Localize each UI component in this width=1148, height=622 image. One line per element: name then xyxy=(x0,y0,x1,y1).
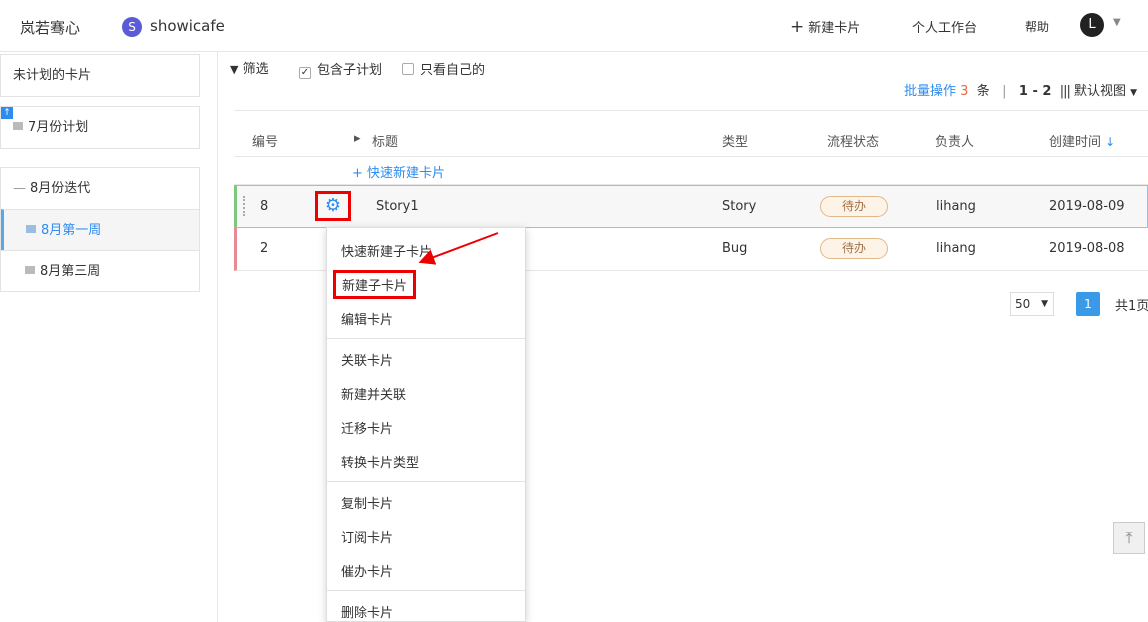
menu-item-edit-card[interactable]: 编辑卡片 xyxy=(341,309,393,328)
july-box: ↑ 7月份计划 xyxy=(0,106,200,149)
col-created-label: 创建时间 xyxy=(1049,135,1102,150)
row-type: Story xyxy=(722,199,757,214)
include-sub-checkbox[interactable]: ✓ 包含子计划 xyxy=(299,59,382,79)
row-owner: lihang xyxy=(936,241,976,256)
drag-handle-icon[interactable] xyxy=(243,196,247,216)
menu-item-subscribe-card[interactable]: 订阅卡片 xyxy=(341,527,393,546)
menu-item-copy-card[interactable]: 复制卡片 xyxy=(341,493,393,512)
default-view-dropdown[interactable]: 默认视图 ▼ xyxy=(1074,84,1137,99)
menu-item-new-and-link[interactable]: 新建并关联 xyxy=(341,384,406,403)
menu-item-move-card[interactable]: 迁移卡片 xyxy=(341,418,393,437)
page-total: 共1页 xyxy=(1115,299,1148,314)
col-id[interactable]: 编号 xyxy=(252,131,278,150)
record-range: 1 - 2 xyxy=(1018,84,1052,99)
col-owner[interactable]: 负责人 xyxy=(935,131,974,150)
menu-item-convert-type[interactable]: 转换卡片类型 xyxy=(341,452,419,471)
checkbox-checked-icon: ✓ xyxy=(299,67,311,79)
include-sub-label: 包含子计划 xyxy=(317,63,383,78)
sidebar-item-august-week1[interactable]: 8月第一周 xyxy=(1,209,199,250)
view-list-icon: ||| xyxy=(1059,84,1071,99)
quick-create-row: + 快速新建卡片 xyxy=(234,157,1148,185)
divider: | xyxy=(1002,84,1007,99)
sidebar-item-label: 8月第一周 xyxy=(41,223,102,238)
plan-sidebar: 未计划的卡片 ↑ 7月份计划 — 8月份迭代 8月第一周 8月第三周 xyxy=(0,52,218,622)
collapse-icon[interactable]: — xyxy=(13,181,26,196)
row-id: 8 xyxy=(260,199,269,214)
page-size-select[interactable]: 50 ▼ xyxy=(1010,292,1054,316)
back-to-top-icon[interactable]: ⤒ xyxy=(1113,522,1145,554)
top-header: 岚若骞心 S showicafe + 新建卡片 个人工作台 帮助 L ▼ xyxy=(0,0,1148,52)
sidebar-item-unplanned[interactable]: 未计划的卡片 xyxy=(1,55,199,96)
help-link[interactable]: 帮助 xyxy=(1025,18,1049,35)
sidebar-item-label: 7月份计划 xyxy=(28,120,89,135)
sidebar-item-august-iteration[interactable]: — 8月份迭代 xyxy=(1,168,199,209)
new-card-button[interactable]: + 新建卡片 xyxy=(790,17,860,37)
default-view-label: 默认视图 xyxy=(1074,84,1127,99)
row-created: 2019-08-09 xyxy=(1049,199,1125,214)
sidebar-item-label: 8月第三周 xyxy=(40,264,101,279)
project-name[interactable]: showicafe xyxy=(150,17,225,35)
funnel-icon: ▼ xyxy=(230,63,239,76)
batch-count: 3 xyxy=(960,84,969,99)
row-id: 2 xyxy=(260,241,269,256)
chevron-down-icon[interactable]: ▼ xyxy=(1113,17,1121,28)
batch-operation-link[interactable]: 批量操作 xyxy=(904,84,956,99)
new-card-label: 新建卡片 xyxy=(808,21,861,36)
gear-icon[interactable]: ⚙ xyxy=(315,191,351,221)
menu-item-quick-new-subcard[interactable]: 快速新建子卡片 xyxy=(341,241,432,260)
page-current-button[interactable]: 1 xyxy=(1076,292,1100,316)
sidebar-item-label: 8月份迭代 xyxy=(30,181,91,196)
plus-icon: + xyxy=(790,17,805,37)
menu-item-link-card[interactable]: 关联卡片 xyxy=(341,350,393,369)
status-badge[interactable]: 待办 xyxy=(820,238,888,259)
sidebar-item-july-plan[interactable]: 7月份计划 xyxy=(1,107,199,148)
only-mine-checkbox[interactable]: 只看自己的 xyxy=(402,59,485,78)
project-badge-icon: S xyxy=(122,17,142,37)
only-mine-label: 只看自己的 xyxy=(420,63,486,78)
card-context-menu: 快速新建子卡片 新建子卡片 编辑卡片 关联卡片 新建并关联 迁移卡片 转换卡片类… xyxy=(326,227,526,622)
checkbox-empty-icon xyxy=(402,63,414,75)
col-title[interactable]: 标题 xyxy=(372,131,398,150)
row-title[interactable]: Story1 xyxy=(376,199,419,214)
workbench-link[interactable]: 个人工作台 xyxy=(912,17,977,36)
table-row[interactable]: 8 ⚙ Story1 Story 待办 lihang 2019-08-09 xyxy=(234,185,1148,228)
expand-all-icon[interactable]: ▸ xyxy=(354,131,361,146)
row-type: Bug xyxy=(722,241,748,256)
sort-down-icon: ↓ xyxy=(1105,135,1116,149)
menu-divider xyxy=(327,481,525,482)
quick-create-card-button[interactable]: + 快速新建卡片 xyxy=(352,162,445,181)
menu-item-urge-card[interactable]: 催办卡片 xyxy=(341,561,393,580)
col-status[interactable]: 流程状态 xyxy=(827,131,879,150)
filter-label: 筛选 xyxy=(242,62,269,77)
menu-item-delete-card[interactable]: 删除卡片 xyxy=(341,602,393,621)
caret-down-icon: ▼ xyxy=(1130,88,1138,98)
batch-bar: 批量操作 3 条 | 1 - 2 ||| 默认视图 ▼ xyxy=(904,80,1137,99)
folder-icon xyxy=(13,122,23,130)
brand-name[interactable]: 岚若骞心 xyxy=(20,17,80,38)
august-box: — 8月份迭代 8月第一周 8月第三周 xyxy=(0,167,200,292)
menu-divider xyxy=(327,338,525,339)
status-badge[interactable]: 待办 xyxy=(820,196,888,217)
row-owner: lihang xyxy=(936,199,976,214)
row-created: 2019-08-08 xyxy=(1049,241,1125,256)
menu-item-new-subcard[interactable]: 新建子卡片 xyxy=(333,270,417,299)
filter-button[interactable]: ▼ 筛选 xyxy=(230,58,269,77)
folder-icon xyxy=(26,225,36,233)
caret-down-icon: ▼ xyxy=(1041,299,1048,309)
col-created[interactable]: 创建时间 ↓ xyxy=(1049,131,1115,150)
unplanned-box: 未计划的卡片 xyxy=(0,54,200,97)
batch-unit: 条 xyxy=(976,84,990,99)
col-type[interactable]: 类型 xyxy=(722,131,748,150)
page-size-value: 50 xyxy=(1015,297,1031,311)
folder-icon xyxy=(25,266,35,274)
menu-divider xyxy=(327,590,525,591)
avatar[interactable]: L xyxy=(1080,13,1104,37)
sidebar-item-august-week3[interactable]: 8月第三周 xyxy=(1,250,199,291)
table-header: 编号 ▸ 标题 类型 流程状态 负责人 创建时间 ↓ xyxy=(234,111,1148,157)
